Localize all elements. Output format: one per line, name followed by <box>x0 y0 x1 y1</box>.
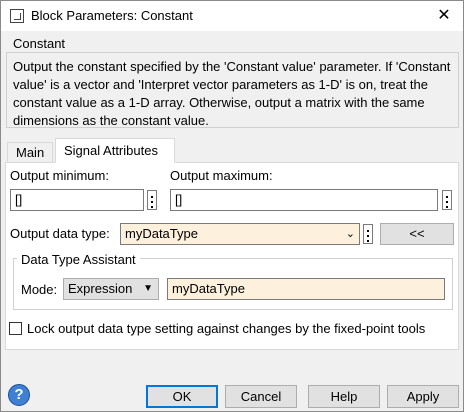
tab-main[interactable]: Main <box>7 142 53 162</box>
output-maximum-menu-icon[interactable] <box>442 190 452 210</box>
tab-signal-attributes[interactable]: Signal Attributes <box>55 138 175 163</box>
output-data-type-select[interactable]: myDataType ⌄ <box>120 223 360 245</box>
cancel-button[interactable]: Cancel <box>225 385 297 408</box>
data-type-expression-field[interactable]: myDataType <box>167 278 445 300</box>
output-maximum-label: Output maximum: <box>170 168 273 183</box>
simulink-block-icon <box>10 9 24 23</box>
output-minimum-menu-icon[interactable] <box>147 190 157 210</box>
mode-select[interactable]: Expression ▼ <box>63 278 159 300</box>
title-bar: Block Parameters: Constant ✕ <box>1 1 463 31</box>
mode-label: Mode: <box>21 282 58 297</box>
output-minimum-label: Output minimum: <box>10 168 109 183</box>
description-panel: Output the constant specified by the 'Co… <box>6 52 459 128</box>
output-data-type-value: myDataType <box>125 226 198 241</box>
mode-value: Expression <box>68 281 133 296</box>
lock-data-type-label: Lock output data type setting against ch… <box>27 321 426 336</box>
dropdown-triangle-icon: ▼ <box>143 283 153 294</box>
close-icon[interactable]: ✕ <box>433 5 455 27</box>
help-button[interactable]: Help <box>308 385 380 408</box>
block-description: Output the constant specified by the 'Co… <box>13 59 451 128</box>
output-minimum-field[interactable]: [] <box>10 189 144 211</box>
window-title: Block Parameters: Constant <box>31 8 193 23</box>
ok-button[interactable]: OK <box>146 385 218 408</box>
apply-button[interactable]: Apply <box>387 385 459 408</box>
data-type-assistant-title: Data Type Assistant <box>17 252 140 267</box>
output-data-type-menu-icon[interactable] <box>363 224 373 244</box>
chevron-down-icon: ⌄ <box>345 228 355 240</box>
block-type-title: Constant <box>13 36 66 51</box>
output-maximum-field[interactable]: [] <box>170 189 438 211</box>
block-parameters-dialog: Block Parameters: Constant ✕ Constant Ou… <box>0 0 464 412</box>
data-type-assistant-toggle-button[interactable]: << <box>380 223 454 245</box>
help-icon[interactable]: ? <box>8 384 30 406</box>
lock-data-type-checkbox[interactable] <box>9 322 22 335</box>
output-data-type-label: Output data type: <box>10 226 110 241</box>
